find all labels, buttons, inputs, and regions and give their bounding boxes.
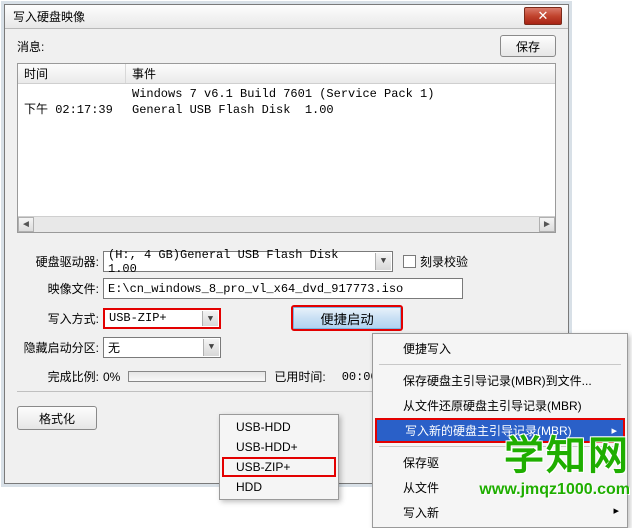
submenu-usb-hdd[interactable]: USB-HDD	[222, 417, 336, 437]
message-label: 消息:	[17, 38, 44, 55]
menu-item-save-drive[interactable]: 保存驱	[375, 450, 625, 475]
col-header-event[interactable]: 事件	[126, 64, 555, 83]
titlebar[interactable]: 写入硬盘映像 ✕	[5, 5, 568, 29]
col-header-time[interactable]: 时间	[18, 64, 126, 83]
scroll-left-icon[interactable]: ◄	[18, 217, 34, 232]
save-button[interactable]: 保存	[500, 35, 556, 57]
submenu-usb-hdd-plus[interactable]: USB-HDD+	[222, 437, 336, 457]
image-file-label: 映像文件:	[17, 280, 99, 297]
log-row: Windows 7 v6.1 Build 7601 (Service Pack …	[18, 86, 555, 102]
scroll-right-icon[interactable]: ►	[539, 217, 555, 232]
hidden-partition-label: 隐藏启动分区:	[17, 339, 99, 356]
close-icon[interactable]: ✕	[524, 7, 562, 25]
log-panel: 时间 事件 Windows 7 v6.1 Build 7601 (Service…	[17, 63, 556, 233]
log-row: 下午 02:17:39 General USB Flash Disk 1.00	[18, 102, 555, 118]
checkbox-box[interactable]	[403, 255, 416, 268]
chevron-down-icon[interactable]: ▼	[203, 339, 219, 356]
menu-separator	[379, 446, 621, 447]
quick-boot-menu[interactable]: 便捷写入 保存硬盘主引导记录(MBR)到文件... 从文件还原硬盘主引导记录(M…	[372, 333, 628, 528]
chevron-down-icon[interactable]: ▼	[202, 311, 218, 326]
write-method-combo[interactable]: USB-ZIP+ ▼	[103, 308, 221, 329]
menu-item-from-file[interactable]: 从文件	[375, 475, 625, 500]
submenu-hdd[interactable]: HDD	[222, 477, 336, 497]
menu-item-save-mbr[interactable]: 保存硬盘主引导记录(MBR)到文件...	[375, 368, 625, 393]
menu-item-restore-mbr[interactable]: 从文件还原硬盘主引导记录(MBR)	[375, 393, 625, 418]
image-file-input[interactable]	[103, 278, 463, 299]
submenu-usb-zip-plus[interactable]: USB-ZIP+	[222, 457, 336, 477]
menu-item-quick-write[interactable]: 便捷写入	[375, 336, 625, 361]
chevron-down-icon[interactable]: ▼	[375, 253, 391, 270]
hidden-partition-combo[interactable]: 无 ▼	[103, 337, 221, 358]
menu-item-write-new-mbr[interactable]: 写入新的硬盘主引导记录(MBR)	[375, 418, 625, 443]
elapsed-label: 已用时间:	[274, 368, 325, 385]
menu-item-write-new[interactable]: 写入新	[375, 500, 625, 525]
write-method-label: 写入方式:	[17, 310, 99, 327]
menu-separator	[379, 364, 621, 365]
log-body: Windows 7 v6.1 Build 7601 (Service Pack …	[18, 84, 555, 216]
progress-percent: 0%	[103, 370, 120, 384]
log-header: 时间 事件	[18, 64, 555, 84]
drive-combo[interactable]: (H:, 4 GB)General USB Flash Disk 1.00 ▼	[103, 251, 393, 272]
drive-label: 硬盘驱动器:	[17, 253, 99, 270]
quick-boot-button[interactable]: 便捷启动	[291, 305, 403, 331]
write-method-submenu[interactable]: USB-HDD USB-HDD+ USB-ZIP+ HDD	[219, 414, 339, 500]
dialog-title: 写入硬盘映像	[13, 8, 85, 25]
verify-checkbox[interactable]: 刻录校验	[403, 253, 468, 270]
horizontal-scrollbar[interactable]: ◄ ►	[18, 216, 555, 232]
progress-bar	[128, 371, 266, 382]
progress-label: 完成比例:	[17, 368, 99, 385]
format-button[interactable]: 格式化	[17, 406, 97, 430]
